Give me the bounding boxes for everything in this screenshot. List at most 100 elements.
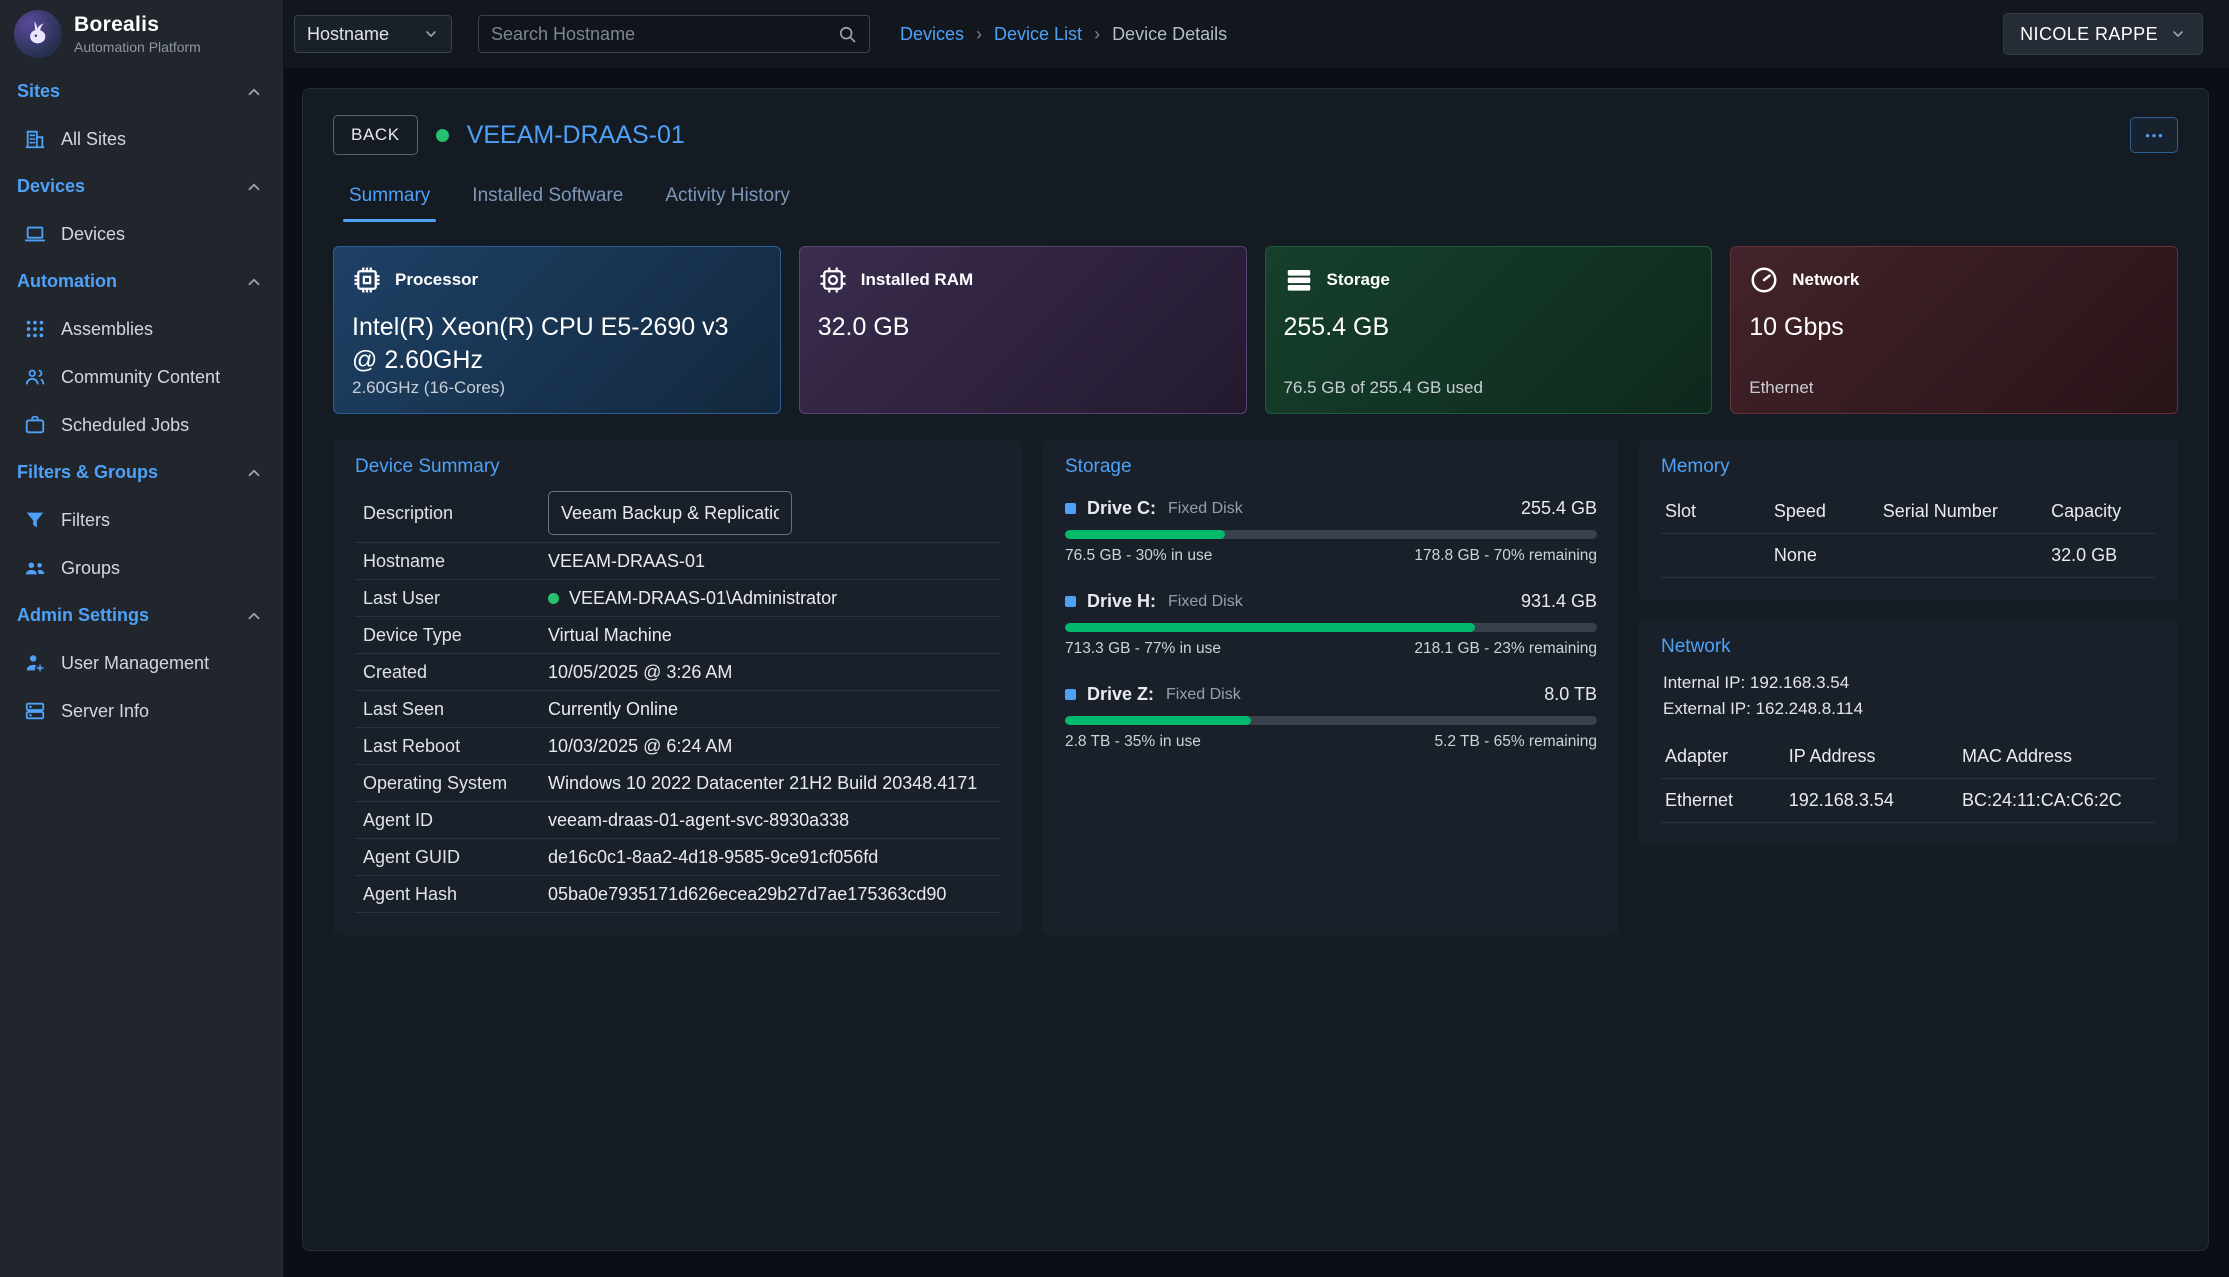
card-footer: 76.5 GB of 255.4 GB used bbox=[1284, 378, 1483, 398]
sidebar-section-sites[interactable]: Sites bbox=[0, 68, 283, 115]
drive-name: Drive C: bbox=[1087, 498, 1156, 519]
drive-used-text: 76.5 GB - 30% in use bbox=[1065, 547, 1212, 565]
sidebar-item-label: Filters bbox=[61, 510, 110, 531]
sidebar-item-community-content[interactable]: Community Content bbox=[0, 353, 283, 401]
summary-value-text: VEEAM-DRAAS-01 bbox=[548, 551, 705, 572]
summary-label: Operating System bbox=[363, 773, 548, 794]
sidebar-section-label: Devices bbox=[17, 176, 85, 197]
hostname-filter-dropdown[interactable]: Hostname bbox=[294, 15, 452, 53]
sidebar-item-groups[interactable]: Groups bbox=[0, 544, 283, 592]
sidebar-item-devices[interactable]: Devices bbox=[0, 210, 283, 258]
summary-row-agent-id: Agent IDveeam-draas-01-agent-svc-8930a33… bbox=[355, 802, 1001, 839]
sidebar-item-server-info[interactable]: Server Info bbox=[0, 687, 283, 735]
breadcrumb-device-list[interactable]: Device List bbox=[994, 24, 1082, 45]
drive-size: 255.4 GB bbox=[1521, 498, 1597, 519]
sidebar-section-label: Filters & Groups bbox=[17, 462, 158, 483]
device-details-panel: BACK VEEAM-DRAAS-01 SummaryInstalled Sof… bbox=[302, 88, 2209, 1251]
search-icon bbox=[837, 24, 857, 44]
summary-value: 10/03/2025 @ 6:24 AM bbox=[548, 735, 732, 757]
summary-value-text: Windows 10 2022 Datacenter 21H2 Build 20… bbox=[548, 773, 977, 794]
tab-summary[interactable]: Summary bbox=[333, 173, 446, 222]
sidebar-item-assemblies[interactable]: Assemblies bbox=[0, 305, 283, 353]
sidebar-item-label: User Management bbox=[61, 653, 209, 674]
summary-row-operating-system: Operating SystemWindows 10 2022 Datacent… bbox=[355, 765, 1001, 802]
summary-label: Last User bbox=[363, 588, 548, 609]
drive-usage-bar bbox=[1065, 716, 1597, 725]
brand-text: Borealis Automation Platform bbox=[74, 13, 201, 55]
disk-icon bbox=[1065, 596, 1076, 607]
summary-value: VEEAM-DRAAS-01 bbox=[548, 550, 705, 572]
summary-value: 05ba0e7935171d626ecea29b27d7ae175363cd90 bbox=[548, 883, 946, 905]
sidebar: Borealis Automation Platform SitesAll Si… bbox=[0, 0, 284, 1277]
network-row: Ethernet192.168.3.54BC:24:11:CA:C6:2C bbox=[1661, 778, 2156, 822]
chevron-up-icon bbox=[245, 464, 263, 482]
drive-type: Fixed Disk bbox=[1168, 593, 1243, 611]
network-cell: Ethernet bbox=[1661, 778, 1785, 822]
sidebar-item-filters[interactable]: Filters bbox=[0, 496, 283, 544]
device-summary-rows: Description HostnameVEEAM-DRAAS-01 Last Us… bbox=[355, 484, 1001, 913]
sidebar-section-devices[interactable]: Devices bbox=[0, 163, 283, 210]
network-panel: Network Internal IP: 192.168.3.54 Extern… bbox=[1639, 620, 2178, 845]
memory-panel: Memory SlotSpeedSerial NumberCapacityNon… bbox=[1639, 440, 2178, 600]
summary-label: Agent ID bbox=[363, 810, 548, 831]
metric-card-installed-ram: Installed RAM32.0 GB bbox=[799, 246, 1247, 414]
description-input[interactable] bbox=[548, 491, 792, 535]
chevron-down-icon bbox=[2170, 26, 2186, 42]
card-footer: Ethernet bbox=[1749, 378, 1813, 398]
summary-row-agent-guid: Agent GUIDde16c0c1-8aa2-4d18-9585-9ce91c… bbox=[355, 839, 1001, 876]
user-menu-button[interactable]: NICOLE RAPPE bbox=[2003, 13, 2203, 55]
summary-row-device-type: Device TypeVirtual Machine bbox=[355, 617, 1001, 654]
more-actions-button[interactable] bbox=[2130, 117, 2178, 153]
breadcrumb-devices[interactable]: Devices bbox=[900, 24, 964, 45]
summary-row-created: Created10/05/2025 @ 3:26 AM bbox=[355, 654, 1001, 691]
tab-installed-software[interactable]: Installed Software bbox=[456, 173, 639, 222]
card-title: Processor bbox=[395, 270, 478, 290]
sidebar-item-user-management[interactable]: User Management bbox=[0, 639, 283, 687]
summary-value-text: Virtual Machine bbox=[548, 625, 672, 646]
sidebar-item-scheduled-jobs[interactable]: Scheduled Jobs bbox=[0, 401, 283, 449]
sidebar-item-label: Community Content bbox=[61, 367, 220, 388]
card-value: 32.0 GB bbox=[818, 311, 1195, 344]
ip-addresses: Internal IP: 192.168.3.54 External IP: 1… bbox=[1663, 670, 2154, 723]
summary-row-hostname: HostnameVEEAM-DRAAS-01 bbox=[355, 543, 1001, 580]
drive-list: Drive C: Fixed Disk 255.4 GB 76.5 GB - 30% … bbox=[1065, 498, 1597, 751]
memory-row: None32.0 GB bbox=[1661, 534, 2156, 578]
summary-value: 10/05/2025 @ 3:26 AM bbox=[548, 661, 732, 683]
card-value: Intel(R) Xeon(R) CPU E5-2690 v3 @ 2.60GH… bbox=[352, 311, 729, 376]
drive-name: Drive Z: bbox=[1087, 684, 1154, 705]
drive-used-text: 2.8 TB - 35% in use bbox=[1065, 733, 1201, 751]
summary-label: Description bbox=[363, 503, 548, 524]
memory-cell: 32.0 GB bbox=[2047, 534, 2156, 578]
sidebar-section-filters-groups[interactable]: Filters & Groups bbox=[0, 449, 283, 496]
search-input[interactable] bbox=[491, 24, 829, 45]
summary-row-description: Description bbox=[355, 484, 1001, 543]
chevron-up-icon bbox=[245, 607, 263, 625]
drive-header: Drive H:Fixed Disk931.4 GB bbox=[1065, 591, 1597, 612]
card-header: Storage bbox=[1284, 265, 1694, 295]
drive-type: Fixed Disk bbox=[1166, 686, 1241, 704]
memory-header-row: SlotSpeedSerial NumberCapacity bbox=[1661, 490, 2156, 534]
summary-row-last-reboot: Last Reboot10/03/2025 @ 6:24 AM bbox=[355, 728, 1001, 765]
memory-title: Memory bbox=[1661, 456, 2156, 478]
sidebar-item-label: Assemblies bbox=[61, 319, 153, 340]
network-cell: BC:24:11:CA:C6:2C bbox=[1958, 778, 2156, 822]
metric-card-storage: Storage255.4 GB76.5 GB of 255.4 GB used bbox=[1265, 246, 1713, 414]
memory-col-serial-number: Serial Number bbox=[1879, 490, 2047, 534]
user-name: NICOLE RAPPE bbox=[2020, 24, 2158, 45]
topbar: Hostname Devices›Device List›Device Deta… bbox=[284, 0, 2229, 68]
tab-activity-history[interactable]: Activity History bbox=[649, 173, 806, 222]
search-box bbox=[478, 15, 870, 53]
sidebar-item-all-sites[interactable]: All Sites bbox=[0, 115, 283, 163]
summary-label: Created bbox=[363, 662, 548, 683]
memory-cell bbox=[1879, 534, 2047, 578]
sidebar-section-automation[interactable]: Automation bbox=[0, 258, 283, 305]
right-column: Memory SlotSpeedSerial NumberCapacityNon… bbox=[1639, 440, 2178, 845]
network-col-adapter: Adapter bbox=[1661, 735, 1785, 779]
sidebar-section-label: Automation bbox=[17, 271, 117, 292]
sidebar-section-admin-settings[interactable]: Admin Settings bbox=[0, 592, 283, 639]
back-button[interactable]: BACK bbox=[333, 115, 418, 155]
borealis-logo bbox=[14, 10, 62, 58]
summary-value-text: 05ba0e7935171d626ecea29b27d7ae175363cd90 bbox=[548, 884, 946, 905]
drive-usage-bar bbox=[1065, 530, 1597, 539]
network-adapter-table: AdapterIP AddressMAC AddressEthernet192.… bbox=[1661, 735, 2156, 823]
